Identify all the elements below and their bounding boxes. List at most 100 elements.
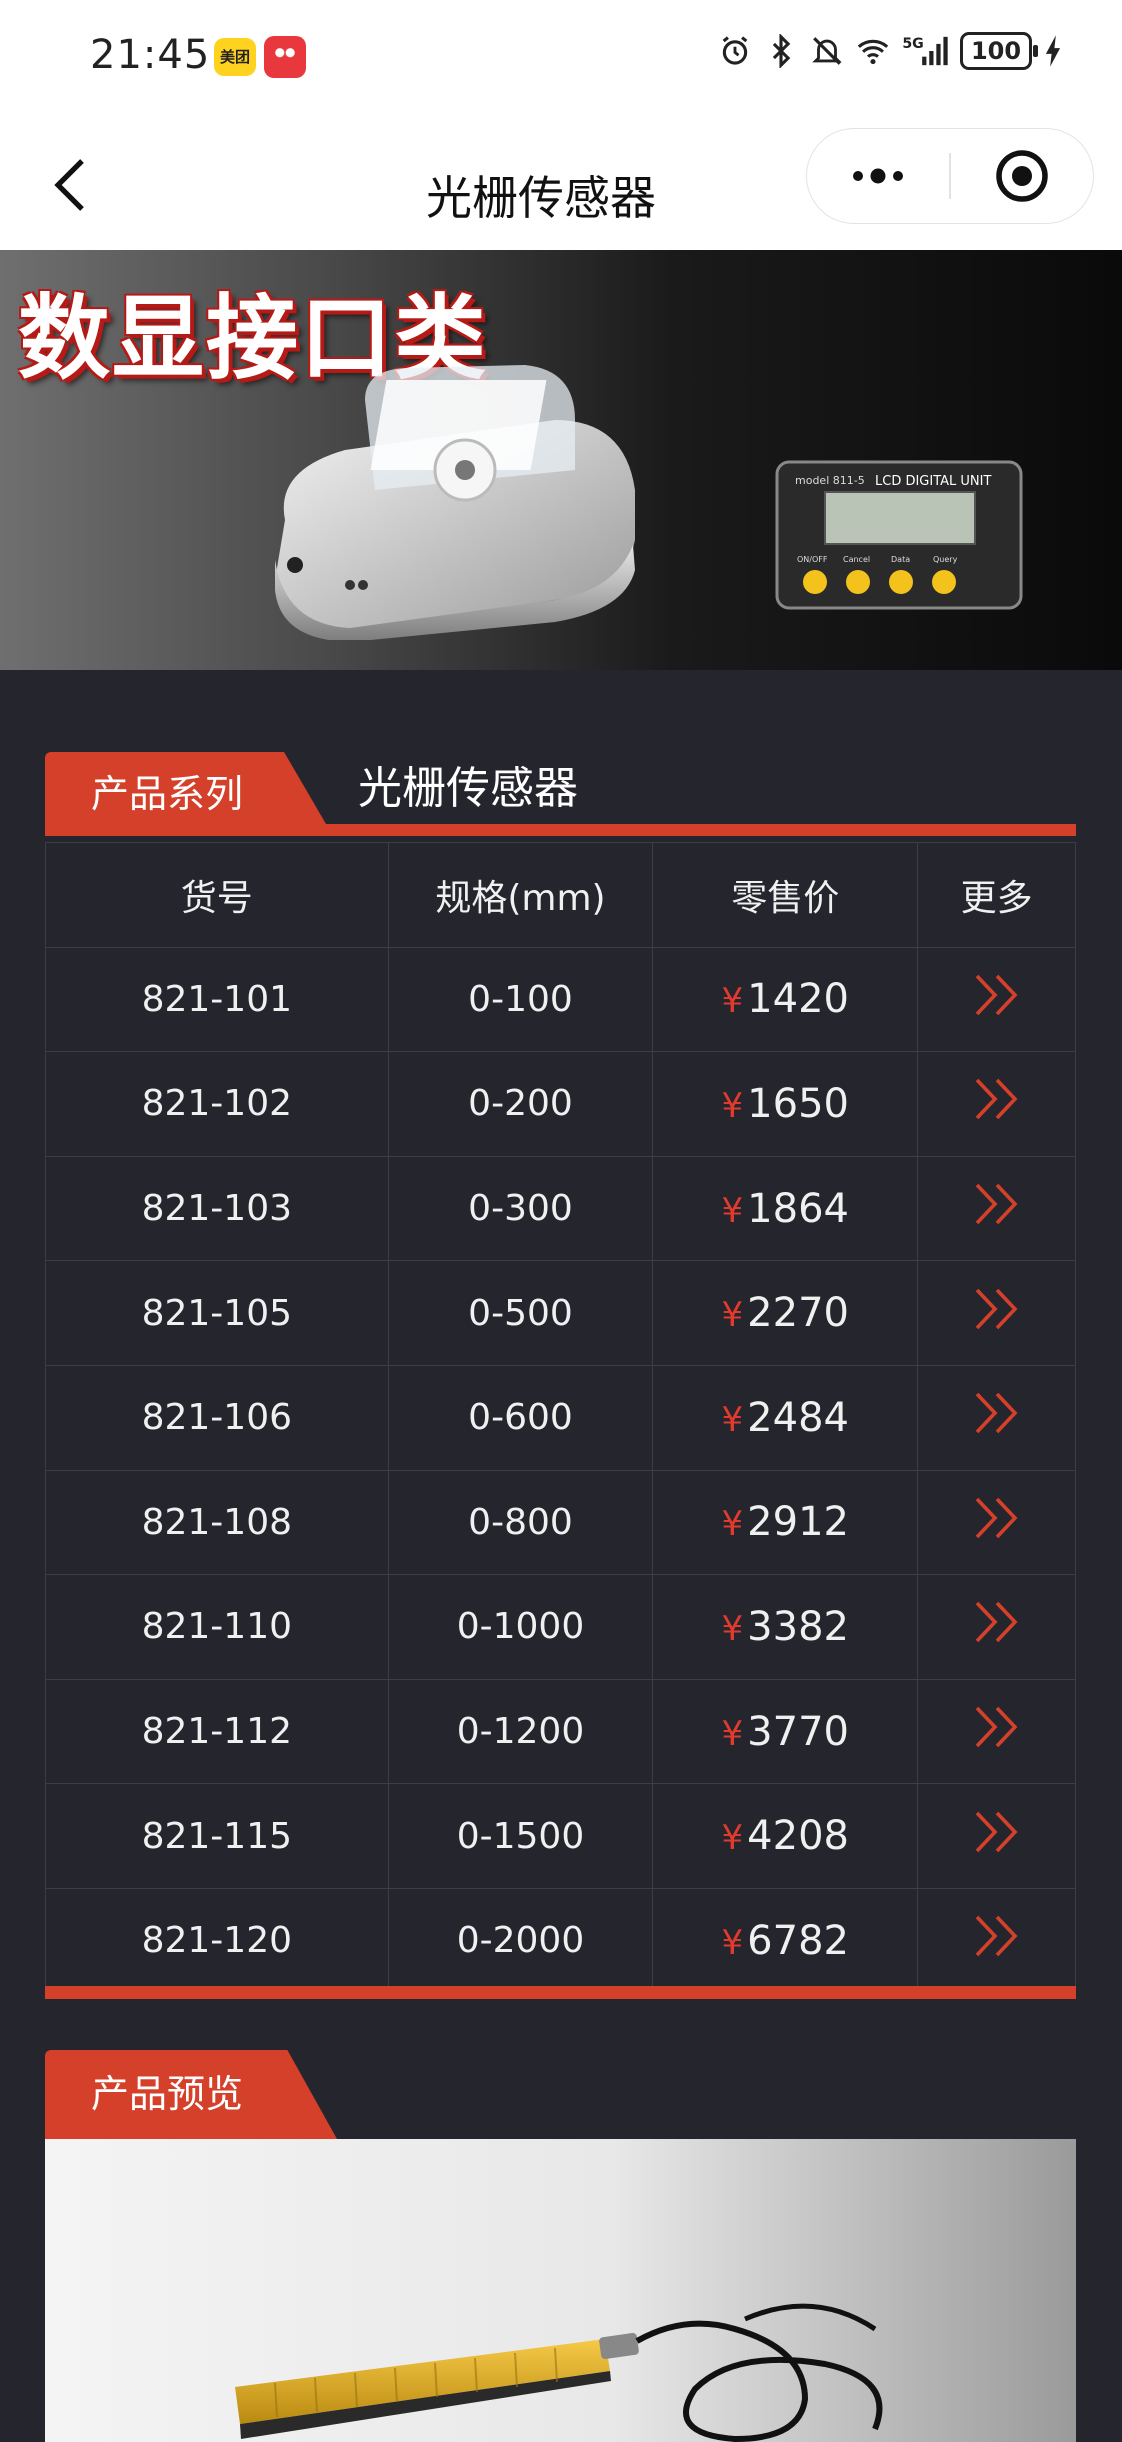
lcd-digital-unit-image: model 811-5 LCD DIGITAL UNIT ON/OFF Canc… xyxy=(775,460,1023,610)
price-value: 4208 xyxy=(747,1813,849,1860)
more-button[interactable] xyxy=(917,1574,1076,1680)
cell-price: ¥1420 xyxy=(652,946,919,1053)
meituan-app-icon: 美团 xyxy=(214,38,256,76)
more-button[interactable] xyxy=(917,946,1076,1053)
table-row: 821-112 0-1200 ¥3770 xyxy=(45,1678,1076,1785)
price-value: 3382 xyxy=(747,1603,849,1650)
double-chevron-right-icon xyxy=(975,1811,1018,1852)
section-divider-line xyxy=(45,824,1076,836)
svg-text:5G: 5G xyxy=(902,36,923,52)
price-value: 6782 xyxy=(747,1917,849,1964)
signal-5g-icon: 5G xyxy=(902,36,948,66)
cell-code: 821-108 xyxy=(45,1469,389,1576)
cell-spec: 0-200 xyxy=(387,1051,654,1157)
cell-spec: 0-2000 xyxy=(387,1887,654,1994)
table-row: 821-108 0-800 ¥2912 xyxy=(45,1469,1076,1576)
mini-program-capsule xyxy=(806,128,1094,224)
cell-spec: 0-100 xyxy=(387,946,654,1053)
cell-spec: 0-800 xyxy=(387,1469,654,1576)
more-button[interactable] xyxy=(917,1051,1076,1157)
header-spec: 规格(mm) xyxy=(387,842,654,948)
product-table: 货号 规格(mm) 零售价 更多 821-101 0-100 ¥1420 821-10… xyxy=(45,842,1076,1994)
cell-price: ¥4208 xyxy=(652,1783,919,1889)
cell-spec: 0-600 xyxy=(387,1364,654,1471)
currency-symbol: ¥ xyxy=(721,1295,744,1336)
currency-symbol: ¥ xyxy=(721,1818,744,1859)
price-value: 2484 xyxy=(747,1394,849,1441)
cell-code: 821-115 xyxy=(45,1783,389,1889)
more-button[interactable] xyxy=(807,129,949,223)
double-chevron-right-icon xyxy=(975,1183,1018,1225)
printer-image xyxy=(275,365,635,640)
light-curtain-sensor-image xyxy=(235,2303,883,2442)
currency-symbol: ¥ xyxy=(721,981,744,1022)
device-button-label: ON/OFF xyxy=(797,555,828,564)
double-chevron-right-icon xyxy=(975,1706,1018,1748)
table-bottom-bar xyxy=(45,1986,1076,1999)
currency-symbol: ¥ xyxy=(721,1922,744,1963)
double-chevron-right-icon xyxy=(975,1079,1018,1120)
table-row: 821-103 0-300 ¥1864 xyxy=(45,1155,1076,1262)
device-label: LCD DIGITAL UNIT xyxy=(875,474,991,489)
cell-price: ¥6782 xyxy=(652,1887,919,1994)
table-row: 821-120 0-2000 ¥6782 xyxy=(45,1887,1076,1994)
banner: 数显接口类 model 811-5 LCD DIGITAL UNIT ON/OF… xyxy=(0,250,1122,670)
cell-price: ¥2484 xyxy=(652,1364,919,1471)
cell-spec: 0-1000 xyxy=(387,1574,654,1680)
cell-code: 821-106 xyxy=(45,1364,389,1471)
header-price: 零售价 xyxy=(652,842,919,948)
more-button[interactable] xyxy=(917,1887,1076,1994)
table-row: 821-101 0-100 ¥1420 xyxy=(45,946,1076,1053)
status-icons: 5G 100 xyxy=(718,32,1062,70)
double-chevron-right-icon xyxy=(975,1393,1018,1434)
cell-price: ¥1650 xyxy=(652,1051,919,1157)
cell-price: ¥3382 xyxy=(652,1574,919,1680)
cell-code: 821-105 xyxy=(45,1260,389,1366)
table-row: 821-115 0-1500 ¥4208 xyxy=(45,1783,1076,1889)
table-row: 821-106 0-600 ¥2484 xyxy=(45,1364,1076,1471)
currency-symbol: ¥ xyxy=(721,1608,744,1649)
more-button[interactable] xyxy=(917,1678,1076,1785)
currency-symbol: ¥ xyxy=(721,1190,744,1231)
price-value: 2270 xyxy=(747,1290,849,1337)
price-value: 1650 xyxy=(747,1080,849,1127)
currency-symbol: ¥ xyxy=(721,1713,744,1754)
mute-bell-icon xyxy=(812,37,842,65)
battery-indicator: 100 xyxy=(960,32,1038,70)
bluetooth-icon xyxy=(772,34,791,68)
cell-spec: 0-1200 xyxy=(387,1678,654,1785)
more-button[interactable] xyxy=(917,1364,1076,1471)
device-button-label: Query xyxy=(933,555,958,564)
status-time: 21:45 xyxy=(90,32,211,78)
double-chevron-right-icon xyxy=(975,1288,1018,1329)
cell-spec: 0-500 xyxy=(387,1260,654,1366)
price-value: 3770 xyxy=(747,1708,849,1755)
more-button[interactable] xyxy=(917,1260,1076,1366)
more-button[interactable] xyxy=(917,1469,1076,1576)
header-code: 货号 xyxy=(45,842,389,948)
device-model: model 811-5 xyxy=(795,474,865,487)
product-preview-image xyxy=(45,2139,1076,2442)
cell-code: 821-112 xyxy=(45,1678,389,1785)
cell-spec: 0-1500 xyxy=(387,1783,654,1889)
alarm-icon xyxy=(722,36,748,65)
table-row: 821-105 0-500 ¥2270 xyxy=(45,1260,1076,1366)
cell-code: 821-103 xyxy=(45,1155,389,1262)
series-section-header: 产品系列 光栅传感器 xyxy=(45,752,1076,836)
cell-code: 821-110 xyxy=(45,1574,389,1680)
price-value: 1420 xyxy=(747,976,849,1023)
more-button[interactable] xyxy=(917,1155,1076,1262)
more-button[interactable] xyxy=(917,1783,1076,1889)
cell-price: ¥2270 xyxy=(652,1260,919,1366)
double-chevron-right-icon xyxy=(975,974,1018,1016)
cell-code: 821-120 xyxy=(45,1887,389,1994)
price-value: 1864 xyxy=(747,1185,849,1232)
nav-bar: 光栅传感器 xyxy=(0,120,1122,250)
app-notification-icon xyxy=(264,36,306,78)
device-button-label: Data xyxy=(891,555,910,564)
preview-tab-label: 产品预览 xyxy=(45,2050,337,2139)
close-miniprogram-button[interactable] xyxy=(951,129,1093,223)
status-bar: 21:45 美团 5G 100 xyxy=(0,0,1122,120)
charging-icon xyxy=(1045,35,1061,67)
cell-price: ¥1864 xyxy=(652,1155,919,1262)
